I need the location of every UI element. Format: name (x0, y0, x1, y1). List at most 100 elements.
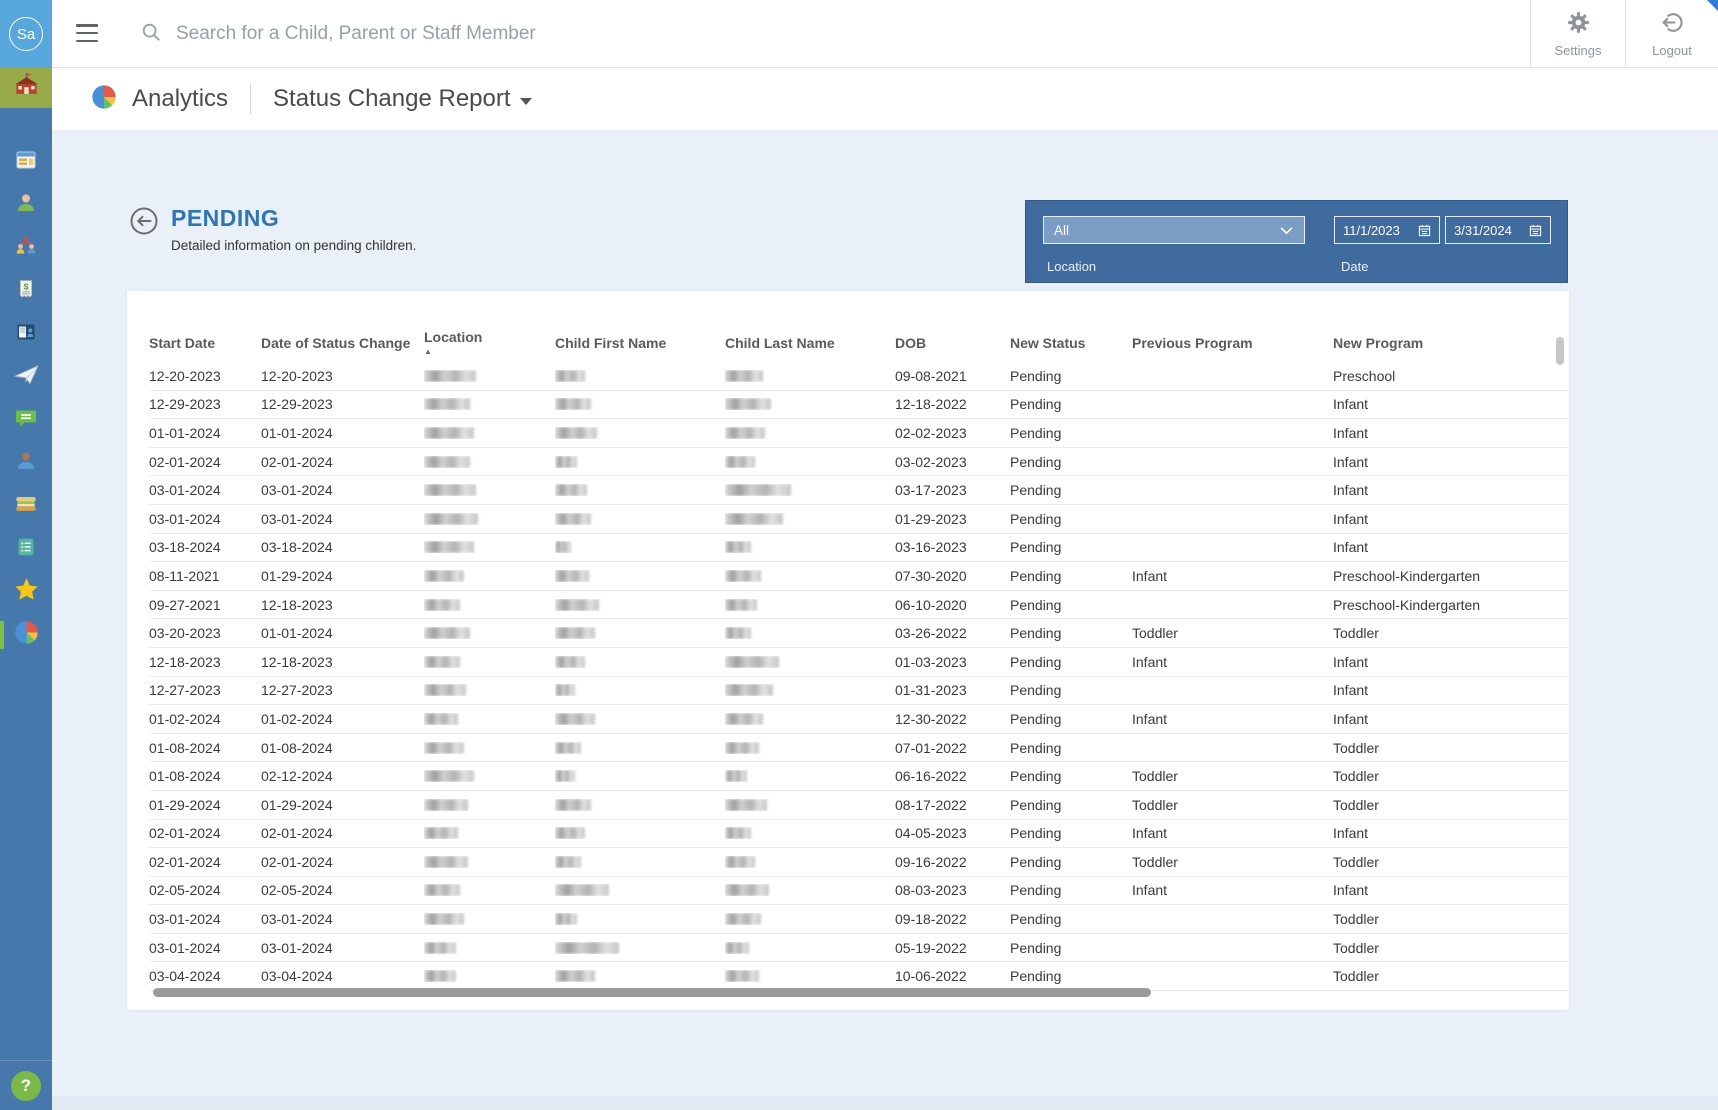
sidebar-item-analytics[interactable] (0, 615, 52, 655)
table-row[interactable]: 03-04-202403-04-202410-06-2022PendingTod… (149, 962, 1569, 991)
cell-new-status: Pending (1010, 654, 1132, 670)
cell-dob: 03-17-2023 (895, 482, 1010, 498)
top-bar: Sa Settings Logout (0, 0, 1718, 68)
column-header-status-change-date[interactable]: Date of Status Change (261, 335, 424, 351)
cell-new-program: Infant (1333, 454, 1569, 470)
cell-new-status: Pending (1010, 597, 1132, 613)
back-button[interactable] (130, 207, 158, 253)
table-row[interactable]: 03-20-202301-01-202403-26-2022PendingTod… (149, 619, 1569, 648)
help-button[interactable]: ? (11, 1071, 41, 1101)
column-header-dob[interactable]: DOB (895, 335, 1010, 351)
redacted-text (725, 456, 755, 468)
table-row[interactable]: 12-18-202312-18-202301-03-2023PendingInf… (149, 648, 1569, 677)
sidebar-item-staff-badge[interactable] (0, 314, 52, 354)
table-row[interactable]: 02-01-202402-01-202403-02-2023PendingInf… (149, 448, 1569, 477)
cell-location-redacted (424, 799, 555, 811)
hamburger-menu-icon[interactable] (76, 24, 98, 42)
column-header-previous-program[interactable]: Previous Program (1132, 335, 1333, 351)
table-row[interactable]: 02-01-202402-01-202409-16-2022PendingTod… (149, 848, 1569, 877)
table-row[interactable]: 01-01-202401-01-202402-02-2023PendingInf… (149, 419, 1569, 448)
redacted-text (725, 970, 759, 982)
column-header-start-date[interactable]: Start Date (149, 335, 261, 351)
sidebar-item-favorites[interactable] (0, 572, 52, 612)
cell-location-redacted (424, 456, 555, 468)
cell-status-change-date: 12-18-2023 (261, 597, 424, 613)
redacted-text (424, 484, 476, 496)
avatar[interactable]: Sa (0, 0, 52, 68)
cell-new-program: Infant (1333, 425, 1569, 441)
redacted-text (424, 627, 470, 639)
sidebar-item-messages[interactable] (0, 400, 52, 440)
star-icon (13, 576, 40, 608)
table-row[interactable]: 03-18-202403-18-202403-16-2023PendingInf… (149, 534, 1569, 563)
search-input[interactable] (176, 23, 1076, 45)
date-from-input[interactable]: 11/1/2023 (1334, 216, 1440, 244)
table-row[interactable]: 01-02-202401-02-202412-30-2022PendingInf… (149, 705, 1569, 734)
cell-status-change-date: 02-05-2024 (261, 882, 424, 898)
sidebar-item-checklist[interactable] (0, 529, 52, 569)
cell-last-name-redacted (725, 970, 895, 982)
cell-start-date: 01-29-2024 (149, 797, 261, 813)
table-row[interactable]: 08-11-202101-29-202407-30-2020PendingInf… (149, 562, 1569, 591)
cell-first-name-redacted (555, 970, 725, 982)
redacted-text (725, 913, 761, 925)
logout-button[interactable]: Logout (1625, 0, 1718, 68)
cell-new-status: Pending (1010, 454, 1132, 470)
vertical-scrollbar[interactable] (1556, 337, 1564, 365)
sidebar-item-send[interactable] (0, 357, 52, 397)
redacted-text (725, 541, 751, 553)
date-to-input[interactable]: 3/31/2024 (1445, 216, 1551, 244)
cell-new-program: Infant (1333, 539, 1569, 555)
redacted-text (424, 684, 466, 696)
cell-last-name-redacted (725, 484, 895, 496)
sidebar-item-family[interactable] (0, 228, 52, 268)
header-divider (250, 84, 251, 114)
column-header-location[interactable]: Location ▲ (424, 329, 555, 356)
table-row[interactable]: 03-01-202403-01-202405-19-2022PendingTod… (149, 934, 1569, 963)
redacted-text (725, 370, 763, 382)
table-row[interactable]: 12-27-202312-27-202301-31-2023PendingInf… (149, 677, 1569, 706)
cell-status-change-date: 12-27-2023 (261, 682, 424, 698)
column-header-child-last-name[interactable]: Child Last Name (725, 335, 895, 351)
table-row[interactable]: 03-01-202403-01-202409-18-2022PendingTod… (149, 905, 1569, 934)
cell-location-redacted (424, 827, 555, 839)
table-row[interactable]: 01-08-202402-12-202406-16-2022PendingTod… (149, 762, 1569, 791)
redacted-text (424, 799, 468, 811)
redacted-text (725, 599, 757, 611)
redacted-text (555, 570, 589, 582)
sidebar-item-parents[interactable] (0, 185, 52, 225)
sidebar-item-meals[interactable] (0, 486, 52, 526)
cell-dob: 07-01-2022 (895, 740, 1010, 756)
cell-last-name-redacted (725, 456, 895, 468)
table-row[interactable]: 01-08-202401-08-202407-01-2022PendingTod… (149, 734, 1569, 763)
cell-first-name-redacted (555, 742, 725, 754)
location-filter-dropdown[interactable]: All (1043, 216, 1305, 244)
report-selector[interactable]: Status Change Report (273, 85, 531, 113)
sidebar-item-staff[interactable] (0, 443, 52, 483)
table-row[interactable]: 03-01-202403-01-202401-29-2023PendingInf… (149, 505, 1569, 534)
sidebar-item-billing[interactable]: $ (0, 271, 52, 311)
cell-new-program: Infant (1333, 682, 1569, 698)
table-row[interactable]: 09-27-202112-18-202306-10-2020PendingPre… (149, 591, 1569, 620)
table-row[interactable]: 12-20-202312-20-202309-08-2021PendingPre… (149, 362, 1569, 391)
table-row[interactable]: 03-01-202403-01-202403-17-2023PendingInf… (149, 476, 1569, 505)
redacted-text (555, 627, 595, 639)
cell-new-status: Pending (1010, 911, 1132, 927)
cell-last-name-redacted (725, 656, 895, 668)
table-row[interactable]: 01-29-202401-29-202408-17-2022PendingTod… (149, 791, 1569, 820)
column-header-child-first-name[interactable]: Child First Name (555, 335, 725, 351)
column-header-new-program[interactable]: New Program (1333, 335, 1569, 351)
sidebar-item-school[interactable] (0, 68, 52, 108)
settings-button[interactable]: Settings (1530, 0, 1625, 68)
table-body: 12-20-202312-20-202309-08-2021PendingPre… (127, 362, 1569, 991)
column-header-new-status[interactable]: New Status (1010, 335, 1132, 351)
table-row[interactable]: 02-05-202402-05-202408-03-2023PendingInf… (149, 877, 1569, 906)
cell-start-date: 12-18-2023 (149, 654, 261, 670)
cell-status-change-date: 01-08-2024 (261, 740, 424, 756)
dashboard-icon (14, 148, 38, 177)
table-row[interactable]: 02-01-202402-01-202404-05-2023PendingInf… (149, 820, 1569, 849)
table-row[interactable]: 12-29-202312-29-202312-18-2022PendingInf… (149, 391, 1569, 420)
sidebar-item-dashboard[interactable] (0, 142, 52, 182)
horizontal-scrollbar[interactable] (153, 988, 1151, 997)
cell-status-change-date: 12-18-2023 (261, 654, 424, 670)
